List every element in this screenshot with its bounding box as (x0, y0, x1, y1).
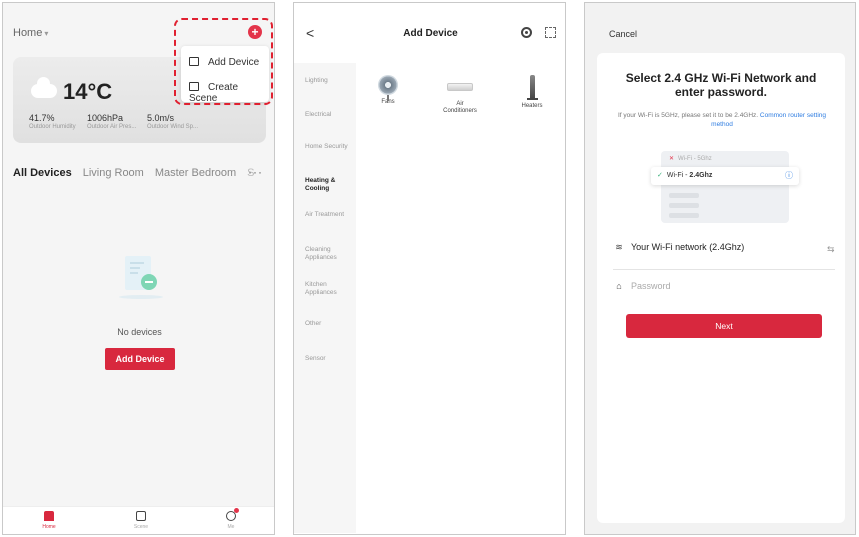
category-sidebar (294, 63, 356, 533)
home-label: Home (13, 27, 43, 39)
doc-line (130, 267, 140, 269)
fan-icon (378, 75, 398, 101)
room-tabs: All Devices Living Room Master Bedroom S (13, 167, 266, 179)
doc-line (130, 262, 144, 264)
cross-icon: ✕ (669, 156, 675, 162)
nav-me[interactable]: Me (211, 508, 251, 530)
wifi-network-value: Your Wi-Fi network (2.4Ghz) (631, 242, 745, 252)
tab-all-devices[interactable]: All Devices (13, 167, 72, 179)
category-other[interactable]: Other (305, 320, 353, 328)
wifi-24-band: 2.4Ghz (689, 172, 713, 179)
category-electrical[interactable]: Electrical (305, 111, 353, 119)
humidity-stat: 41.7% Outdoor Humidity (29, 113, 76, 130)
humidity-value: 41.7% (29, 113, 55, 123)
device-heaters-label: Heaters (521, 103, 543, 109)
category-home-security[interactable]: Home Security (305, 143, 353, 151)
wifi-24g-row: ✓ Wi-Fi - 2.4Ghz ⓘ (651, 167, 799, 185)
field-divider (613, 269, 835, 270)
category-heating-cooling[interactable]: Heating & Cooling (305, 177, 353, 193)
home-screen: Home ▾ 14°C 41.7% Outdoor Humidity 1006hP… (2, 2, 275, 535)
nav-scene-label: Scene (133, 524, 149, 530)
temperature: 14°C (63, 79, 113, 104)
humidity-label: Outdoor Humidity (29, 124, 76, 130)
device-air-conditioners[interactable]: Air Conditioners (430, 75, 490, 115)
device-fans[interactable]: Fans (358, 75, 418, 106)
tab-living-room[interactable]: Living Room (83, 167, 144, 179)
subtitle: If your Wi-Fi is 5GHz, please set it to … (609, 111, 835, 129)
wifi-24-prefix: Wi-Fi - (666, 172, 690, 179)
category-kitchen[interactable]: Kitchen Appliances (305, 281, 353, 297)
wifi-5g-row: ✕ Wi-Fi - 5Ghz (669, 155, 712, 162)
more-icon[interactable]: ··· (248, 165, 263, 179)
empty-illustration (115, 248, 165, 303)
add-device-screen: < Add Device Lighting Electrical Home Se… (293, 2, 566, 535)
wifi-5g-label: Wi-Fi - 5Ghz (678, 156, 712, 162)
minus-badge-icon (141, 274, 157, 290)
switch-network-icon[interactable]: ⇆ (827, 244, 835, 255)
password-placeholder: Password (631, 281, 671, 291)
highlight-box (174, 18, 273, 105)
nav-home[interactable]: Home (29, 511, 69, 530)
pressure-label: Outdoor Air Pres... (87, 124, 137, 130)
device-ac-label: Air Conditioners (443, 101, 477, 114)
cloud-icon (31, 77, 57, 98)
placeholder-bar (669, 193, 699, 198)
heater-icon (526, 75, 538, 100)
nav-home-label: Home (42, 524, 56, 530)
wind-value: 5.0m/s (147, 113, 175, 123)
lock-icon: ⌂ (616, 281, 622, 291)
nav-scene[interactable]: Scene (121, 511, 161, 530)
scene-icon (136, 511, 146, 521)
placeholder-bar (669, 203, 699, 208)
add-device-button[interactable]: Add Device (105, 348, 175, 370)
wind-label: Outdoor Wind Sp... (147, 124, 199, 130)
subtitle-text: If your Wi-Fi is 5GHz, please set it to … (617, 112, 759, 119)
placeholder-bar (669, 213, 699, 218)
cancel-button[interactable]: Cancel (609, 29, 637, 39)
category-cleaning[interactable]: Cleaning Appliances (305, 246, 353, 262)
wifi-icon: ≋ (615, 242, 623, 252)
info-icon: ⓘ (785, 171, 793, 180)
scan-icon[interactable] (521, 27, 532, 38)
nav-me-label: Me (227, 524, 235, 530)
air-conditioner-icon (447, 83, 473, 91)
me-icon (226, 508, 239, 521)
tab-master-bedroom[interactable]: Master Bedroom (155, 167, 236, 179)
doc-line (130, 272, 138, 274)
device-heaters[interactable]: Heaters (502, 75, 562, 110)
check-icon: ✓ (657, 172, 663, 179)
pressure-stat: 1006hPa Outdoor Air Pres... (87, 113, 136, 130)
caret-down-icon: ▾ (44, 29, 49, 38)
category-lighting[interactable]: Lighting (305, 77, 353, 85)
page-title: Select 2.4 GHz Wi-Fi Network and enter p… (625, 71, 817, 99)
wifi-network-field[interactable]: ≋ Your Wi-Fi network (2.4Ghz) (613, 242, 835, 253)
pressure-value: 1006hPa (87, 113, 124, 123)
next-button[interactable]: Next (626, 314, 822, 338)
home-selector[interactable]: Home ▾ (13, 27, 48, 39)
qr-scan-icon[interactable] (545, 27, 556, 38)
category-sensor[interactable]: Sensor (305, 355, 353, 363)
home-icon (44, 511, 54, 521)
bottom-nav: Home Scene Me (3, 506, 274, 534)
password-field[interactable]: ⌂ Password (613, 281, 835, 291)
no-devices-text: No devices (117, 327, 162, 337)
illustration-shadow (119, 295, 163, 299)
wifi-illustration: ✕ Wi-Fi - 5Ghz (661, 151, 789, 223)
wifi-setup-screen: Cancel Select 2.4 GHz Wi-Fi Network and … (584, 2, 856, 535)
category-air-treatment[interactable]: Air Treatment (305, 211, 353, 219)
wind-stat: 5.0m/s Outdoor Wind Sp... (147, 113, 198, 130)
